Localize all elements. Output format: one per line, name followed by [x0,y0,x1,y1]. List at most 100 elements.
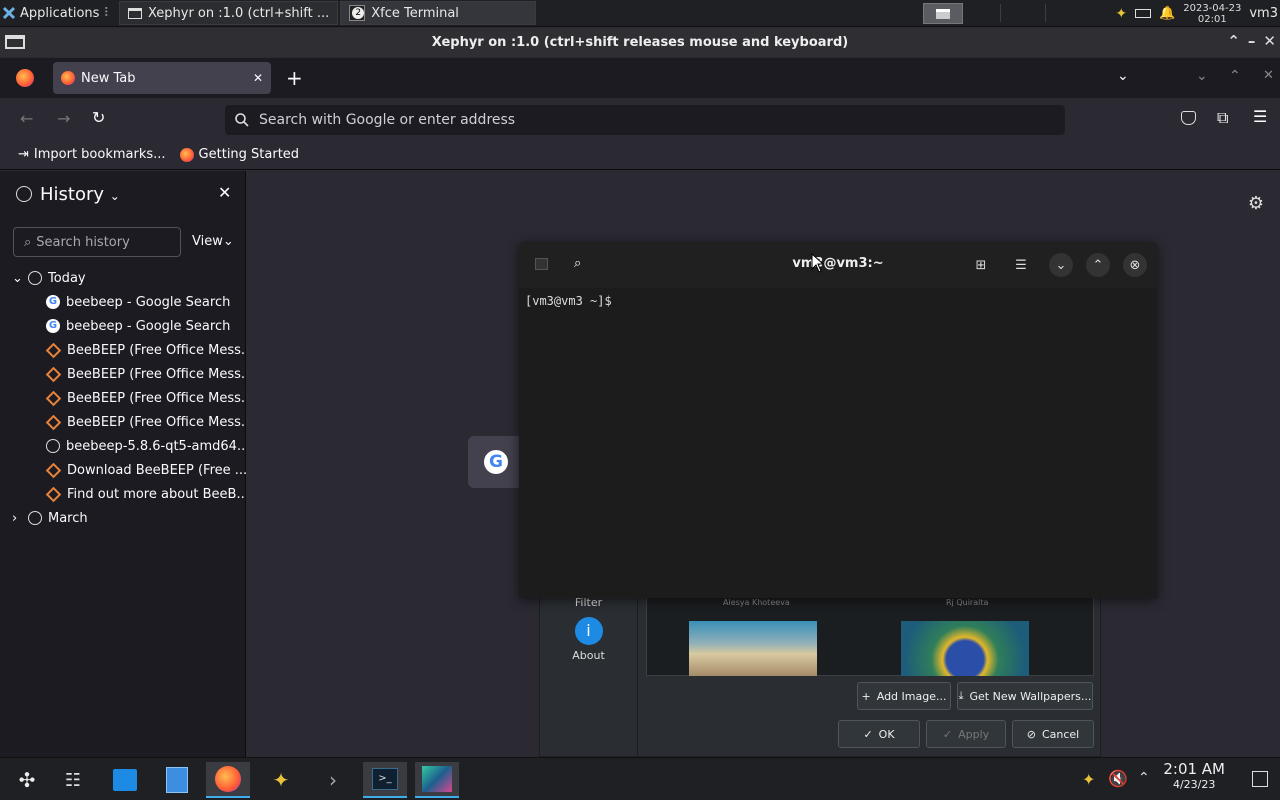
applications-menu[interactable]: Applications ⠇ [0,0,119,26]
beebeep-launcher[interactable]: ✦ [259,762,303,798]
history-item-label: BeeBEEP (Free Office Mess... [67,342,246,358]
history-group[interactable]: ⌄ Today [0,266,246,290]
history-item-label: beebeep-5.8.6-qt5-amd64.... [66,438,246,454]
minimize-icon[interactable]: – [1248,32,1256,50]
firefox-view-icon[interactable] [16,69,34,87]
cancel-label: Cancel [1041,727,1080,741]
beebeep-tray-icon[interactable]: ✦ [1115,6,1127,22]
terminal-body[interactable]: [vm3@vm3 ~]$ [519,288,1157,314]
firefox-close-icon[interactable]: ✕ [1263,68,1274,83]
wallpaper-thumbnail[interactable] [901,621,1029,676]
history-item[interactable]: beebeep-5.8.6-qt5-amd64.... [0,434,246,458]
close-icon[interactable]: ✕ [1263,32,1276,50]
panel-clock[interactable]: 2023-04-23 02:01 [1183,3,1241,25]
show-desktop-icon[interactable] [1252,771,1268,787]
about-button[interactable]: i About [540,617,637,662]
apply-label: Apply [958,727,990,741]
extensions-icon[interactable]: ⧉ [1217,108,1228,128]
wallpaper-dialog-sidebar: Filter i About [540,596,638,756]
url-bar[interactable]: Search with Google or enter address [225,105,1065,135]
tray-expand-icon[interactable]: ⌃ [1138,770,1150,786]
desktop-icon [936,8,950,19]
battery-icon[interactable] [1135,9,1152,18]
sidebar-title-button[interactable]: History ⌄ [40,184,120,205]
get-new-wallpapers-button[interactable]: ⤓ Get New Wallpapers... [957,682,1093,710]
history-item[interactable]: BeeBEEP (Free Office Mess... [0,362,246,386]
cancel-button[interactable]: ⊘ Cancel [1012,720,1094,748]
info-icon: i [574,617,603,645]
tab-new-tab[interactable]: New Tab ✕ [53,62,271,94]
view-menu-button[interactable]: View⌄ [192,234,234,249]
search-icon: ⌕ [24,234,32,250]
notifications-bell-icon[interactable]: 🔔 [1159,6,1175,21]
terminal-launcher[interactable]: >_ [363,762,407,798]
minimize-icon[interactable]: ⌄ [1049,253,1073,277]
maximize-icon[interactable]: ⌃ [1227,32,1240,50]
menu-hamburger-icon[interactable]: ☰ [1253,107,1267,126]
back-icon[interactable]: ← [20,109,33,128]
firefox-bookmark-icon [179,147,194,162]
pocket-icon[interactable] [1181,111,1196,125]
beebeep-tray-icon[interactable]: ✦ [1082,770,1095,789]
bottom-clock[interactable]: 2:01 AM 4/23/23 [1163,760,1225,791]
bookmark-import[interactable]: ⇥ Import bookmarks... [18,147,166,162]
wallpaper-thumbnail[interactable] [689,621,817,676]
show-desktop-button[interactable] [923,3,963,24]
history-item[interactable]: BeeBEEP (Free Office Mess... [0,410,246,434]
terminal-window: ⌕ vm3@vm3:~ ⊞ ☰ ⌄ ⌃ ⊗ [vm3@vm3 ~]$ [519,242,1157,598]
firefox-minimize-icon[interactable]: ⌄ [1196,68,1208,84]
history-item-label: Find out more about BeeB... [67,486,246,502]
discover-launcher[interactable] [103,762,147,798]
google-icon: G [46,295,60,309]
applications-separator: ⠇ [103,5,113,21]
history-item[interactable]: Find out more about BeeB... [0,482,246,506]
beebeep-icon [45,414,62,430]
history-item[interactable]: BeeBEEP (Free Office Mess... [0,386,246,410]
user-name[interactable]: vm3 [1249,6,1278,21]
import-icon: ⇥ [18,147,29,162]
google-icon: G [46,319,60,333]
beebeep-icon [45,462,62,478]
history-item[interactable]: Gbeebeep - Google Search [0,290,246,314]
bookmark-getting-started[interactable]: Getting Started [179,147,299,162]
history-item-label: beebeep - Google Search [66,294,231,310]
ok-button[interactable]: ✓ OK [838,720,920,748]
history-item[interactable]: BeeBEEP (Free Office Mess... [0,338,246,362]
history-group[interactable]: › March [0,506,246,530]
wallpaper-launcher[interactable] [415,762,459,798]
add-image-button[interactable]: + Add Image... [857,682,951,710]
sidebar-close-icon[interactable]: ✕ [218,183,231,202]
task-terminal[interactable]: 2 Xfce Terminal [340,1,537,25]
terminal-icon: >_ [372,768,398,790]
list-all-tabs-icon[interactable]: ⌄ [1117,68,1129,84]
system-settings-launcher[interactable]: ☷ [51,762,95,798]
task-xephyr[interactable]: Xephyr on :1.0 (ctrl+shift ... [118,1,339,25]
maximize-icon[interactable]: ⌃ [1086,253,1110,277]
sidebar-header: History ⌄ ✕ [0,171,245,217]
app-launcher-button[interactable]: ✣ [5,762,49,798]
reload-icon[interactable]: ↻ [92,108,105,127]
apply-button[interactable]: ✓ Apply [926,720,1006,748]
file-manager-launcher[interactable] [155,762,199,798]
history-item[interactable]: Gbeebeep - Google Search [0,314,246,338]
chevron-right-icon: › [12,510,18,526]
view-label: View [192,234,223,249]
firefox-icon [215,766,241,792]
customize-gear-icon[interactable]: ⚙ [1248,193,1264,214]
new-tab-plus-icon[interactable]: + [286,66,303,90]
tab-close-icon[interactable]: ✕ [253,71,263,85]
history-item[interactable]: Download BeeBEEP (Free ... [0,458,246,482]
volume-muted-icon[interactable]: 🔇 [1108,769,1128,788]
google-shortcut-tile[interactable]: G [468,436,524,488]
new-tab-icon[interactable]: ⊞ [969,253,993,277]
window-menu-icon[interactable] [5,35,25,49]
firefox-maximize-icon[interactable]: ⌃ [1229,68,1241,84]
xfce-logo-icon [2,6,16,20]
close-icon[interactable]: ⊗ [1123,253,1147,277]
history-search-input[interactable]: ⌕ Search history [13,227,181,257]
menu-hamburger-icon[interactable]: ☰ [1009,253,1033,277]
forward-icon[interactable]: → [57,109,70,128]
konsole-launcher[interactable]: › [311,762,355,798]
cancel-icon: ⊘ [1026,727,1036,741]
firefox-launcher[interactable] [206,762,250,798]
